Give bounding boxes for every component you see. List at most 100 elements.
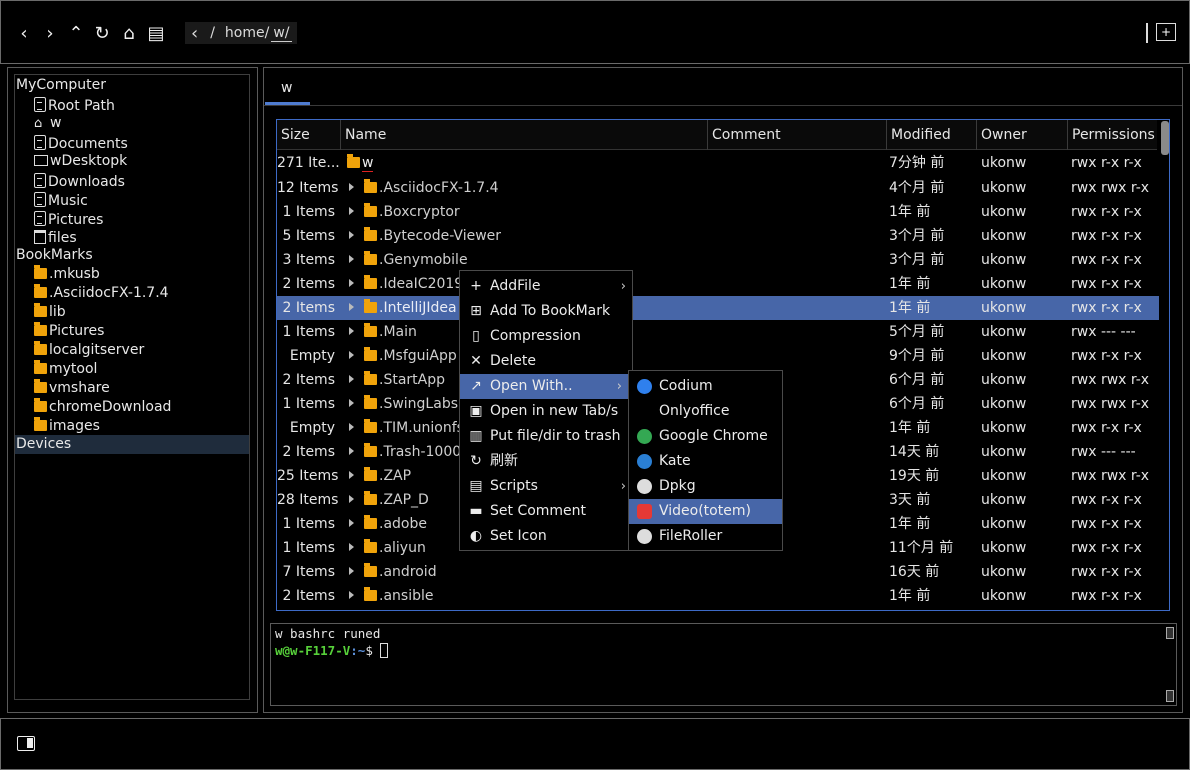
tree-item-documents[interactable]: Documents bbox=[34, 133, 128, 152]
open-with-item[interactable]: Codium bbox=[629, 374, 782, 399]
toggle-panel-icon[interactable] bbox=[17, 736, 35, 751]
bookmark-item[interactable]: chromeDownload bbox=[34, 398, 171, 417]
tab-w[interactable]: w bbox=[265, 72, 310, 105]
home-icon[interactable]: ⌂ bbox=[118, 21, 140, 45]
table-row[interactable]: 2 Items .IntelliJIdea 1年 前 ukonw rwx r-x r-x bbox=[277, 296, 1159, 320]
tree-section-devices[interactable]: Devices bbox=[15, 435, 249, 454]
expand-arrow-icon[interactable] bbox=[349, 591, 354, 599]
table-row[interactable]: 2 Items .ansible 1年 前 ukonw rwx r-x r-x bbox=[277, 584, 1159, 608]
back-icon[interactable]: ‹ bbox=[13, 21, 35, 45]
expand-arrow-icon[interactable] bbox=[349, 423, 354, 431]
tree-item-root-path[interactable]: Root Path bbox=[34, 95, 115, 114]
column-header-modified[interactable]: Modified bbox=[887, 120, 977, 150]
open-with-item[interactable]: Onlyoffice bbox=[629, 399, 782, 424]
menu-item-set-icon[interactable]: ◐ Set Icon bbox=[460, 524, 632, 549]
table-row[interactable]: 1 Items .Boxcryptor 1年 前 ukonw rwx r-x r-x bbox=[277, 200, 1159, 224]
splitter-handle[interactable] bbox=[1146, 23, 1148, 43]
bookmark-item[interactable]: .mkusb bbox=[34, 265, 100, 284]
path-back-icon[interactable]: ‹ bbox=[185, 23, 208, 44]
expand-arrow-icon[interactable] bbox=[349, 207, 354, 215]
table-scrollbar[interactable] bbox=[1161, 121, 1169, 155]
expand-arrow-icon[interactable] bbox=[349, 471, 354, 479]
forward-icon[interactable]: › bbox=[39, 21, 61, 45]
path-segment-w[interactable]: w/ bbox=[271, 25, 292, 42]
table-row[interactable]: 3 Items .Genymobile 3个月 前 ukonw rwx r-x r-x bbox=[277, 248, 1159, 272]
refresh-icon[interactable]: ↻ bbox=[91, 21, 113, 45]
open-with-item[interactable]: Kate bbox=[629, 449, 782, 474]
expand-arrow-icon[interactable] bbox=[349, 495, 354, 503]
tree-item-music[interactable]: Music bbox=[34, 190, 88, 209]
expand-arrow-icon[interactable] bbox=[349, 567, 354, 575]
open-with-item[interactable]: Video(totem) bbox=[629, 499, 782, 524]
up-icon[interactable]: ⌃ bbox=[65, 21, 87, 45]
expand-arrow-icon[interactable] bbox=[349, 279, 354, 287]
address-bar[interactable]: ‹ / home/ w/ bbox=[185, 22, 297, 44]
bookmark-item[interactable]: localgitserver bbox=[34, 341, 144, 360]
tree-item-label: Root Path bbox=[48, 98, 115, 114]
column-header-size[interactable]: Size bbox=[277, 120, 341, 150]
open-with-item[interactable]: Google Chrome bbox=[629, 424, 782, 449]
expand-arrow-icon[interactable] bbox=[349, 231, 354, 239]
document-icon bbox=[34, 192, 46, 207]
bookmark-item[interactable]: mytool bbox=[34, 360, 97, 379]
folder-icon bbox=[364, 587, 377, 601]
tree-item-downloads[interactable]: Downloads bbox=[34, 171, 125, 190]
bookmark-label: chromeDownload bbox=[49, 399, 172, 415]
column-header-comment[interactable]: Comment bbox=[708, 120, 887, 150]
tree-item-desktop[interactable]: wDesktopk bbox=[34, 152, 127, 171]
terminal-scroll-up[interactable] bbox=[1166, 627, 1174, 639]
table-row[interactable]: 7 Items .android 16天 前 ukonw rwx r-x r-x bbox=[277, 560, 1159, 584]
terminal-scroll-down[interactable] bbox=[1166, 690, 1174, 702]
expand-arrow-icon[interactable] bbox=[349, 351, 354, 359]
table-row[interactable]: 271 Ite... w 7分钟 前 ukonw rwx r-x r-x bbox=[277, 151, 1159, 175]
tree-item-pictures[interactable]: Pictures bbox=[34, 209, 103, 228]
menu-item-addfile[interactable]: + AddFile › bbox=[460, 274, 632, 299]
bookmark-item[interactable]: Pictures bbox=[34, 322, 104, 341]
menu-item-scripts[interactable]: ▤ Scripts › bbox=[460, 474, 632, 499]
path-segment-root[interactable]: / bbox=[208, 25, 223, 41]
bookmark-item[interactable]: vmshare bbox=[34, 379, 110, 398]
drive-icon[interactable]: ▤ bbox=[145, 21, 167, 45]
cell-modified: 3个月 前 bbox=[889, 228, 945, 244]
menu-item-add-to-bookmark[interactable]: ⊞ Add To BookMark bbox=[460, 299, 632, 324]
expand-arrow-icon[interactable] bbox=[349, 519, 354, 527]
expand-arrow-icon[interactable] bbox=[349, 543, 354, 551]
open-with-item[interactable]: Dpkg bbox=[629, 474, 782, 499]
table-row[interactable]: Empty .MsfguiApp 9个月 前 ukonw rwx r-x r-x bbox=[277, 344, 1159, 368]
column-header-owner[interactable]: Owner bbox=[977, 120, 1068, 150]
bookmark-item[interactable]: .AsciidocFX-1.7.4 bbox=[34, 284, 169, 303]
expand-arrow-icon[interactable] bbox=[349, 183, 354, 191]
terminal[interactable]: w bashrc runed w@w-F117-V:~$ bbox=[270, 623, 1177, 706]
column-header-name[interactable]: Name bbox=[341, 120, 708, 150]
tree-item-trash[interactable]: files bbox=[34, 228, 77, 247]
expand-arrow-icon[interactable] bbox=[349, 255, 354, 263]
expand-arrow-icon[interactable] bbox=[349, 303, 354, 311]
tree-section-mycomputer[interactable]: MyComputer bbox=[16, 76, 106, 95]
new-folder-icon[interactable]: + bbox=[1156, 23, 1176, 41]
table-row[interactable]: 1 Items .Main 5个月 前 ukonw rwx --- --- bbox=[277, 320, 1159, 344]
table-row[interactable]: 2 Items .IdeaIC2019 1年 前 ukonw rwx r-x r-x bbox=[277, 272, 1159, 296]
table-row[interactable]: 12 Items .AsciidocFX-1.7.4 4个月 前 ukonw rwx r… bbox=[277, 176, 1159, 200]
refresh-icon: ↻ bbox=[470, 453, 482, 469]
bookmark-item[interactable]: lib bbox=[34, 303, 66, 322]
menu-item-set-comment[interactable]: ▬ Set Comment bbox=[460, 499, 632, 524]
expand-arrow-icon[interactable] bbox=[349, 399, 354, 407]
expand-arrow-icon[interactable] bbox=[349, 447, 354, 455]
expand-arrow-icon[interactable] bbox=[349, 375, 354, 383]
menu-item-[interactable]: ↻ 刷新 bbox=[460, 449, 632, 474]
menu-item-put-file-dir-to-trash[interactable]: ▥ Put file/dir to trash bbox=[460, 424, 632, 449]
table-row[interactable]: 5 Items .Bytecode-Viewer 3个月 前 ukonw rwx r-x… bbox=[277, 224, 1159, 248]
expand-arrow-icon[interactable] bbox=[349, 327, 354, 335]
menu-item-open-in-new-tab-s[interactable]: ▣ Open in new Tab/s bbox=[460, 399, 632, 424]
menu-item-compression[interactable]: ▯ Compression bbox=[460, 324, 632, 349]
tree-item-home[interactable]: ⌂ w bbox=[34, 114, 61, 133]
bookmark-item[interactable]: images bbox=[34, 417, 100, 436]
column-header-permissions[interactable]: Permissions bbox=[1068, 120, 1160, 150]
tree-section-bookmarks[interactable]: BookMarks bbox=[16, 246, 93, 265]
menu-item-open-with[interactable]: ↗ Open With.. › bbox=[460, 374, 628, 399]
cell-owner: ukonw bbox=[981, 300, 1027, 316]
path-segment-home[interactable]: home/ bbox=[223, 25, 271, 41]
menu-item-delete[interactable]: ✕ Delete bbox=[460, 349, 632, 374]
file-name: .IntelliJIdea bbox=[379, 300, 457, 316]
open-with-item[interactable]: FileRoller bbox=[629, 524, 782, 549]
